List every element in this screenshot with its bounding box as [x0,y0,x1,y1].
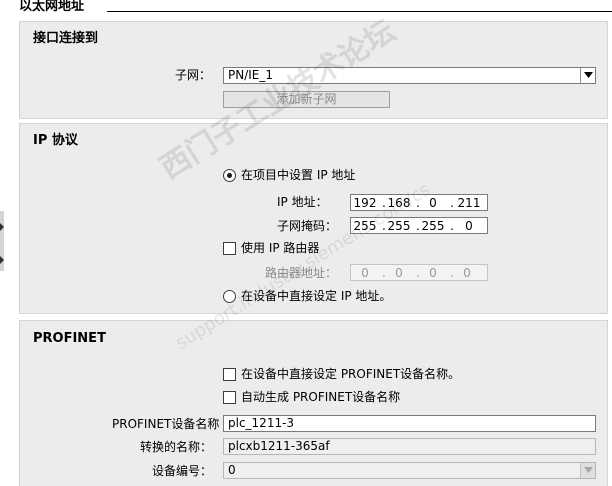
auto-generate-name-checkbox[interactable] [223,391,236,404]
router-address-label: 路由器地址： [265,266,338,280]
use-router-label: 使用 IP 路由器 [241,241,320,255]
converted-name-field: plcxb1211-365af [223,438,596,455]
subnet-mask-input[interactable]: 255 . 255 . 255 . 0 [350,217,488,234]
set-ip-in-project-label: 在项目中设置 IP 地址 [241,168,356,182]
subnet-dropdown[interactable]: PN/IE_1 [223,67,596,84]
device-number-dropdown[interactable]: 0 [223,462,596,479]
mask-octet-1: 255 [353,219,377,233]
device-number-label: 设备编号： [152,464,213,478]
interface-section: 接口连接到 子网： PN/IE_1 添加新子网 [19,21,608,119]
ip-protocol-title: IP 协议 [33,133,78,148]
router-octet-4: 0 [463,266,471,280]
set-name-on-device-label: 在设备中直接设定 PROFINET设备名称。 [241,367,461,381]
device-number-value: 0 [228,463,236,477]
set-ip-on-device-radio[interactable] [223,290,236,303]
router-octet-1: 0 [361,266,369,280]
ip-octet-2: 168 [387,196,411,210]
device-name-input[interactable]: plc_1211-3 [223,415,596,432]
use-router-checkbox[interactable] [223,242,236,255]
collapse-arrow-icon[interactable] [0,223,4,231]
ip-protocol-section: IP 协议 在项目中设置 IP 地址 IP 地址： 192 . 168 . 0 … [19,123,608,314]
set-name-on-device-checkbox[interactable] [223,368,236,381]
subnet-value: PN/IE_1 [228,68,274,82]
ip-octet-1: 192 [353,196,377,210]
interface-section-title: 接口连接到 [33,31,99,46]
ip-octet-3: 0 [429,196,437,210]
set-ip-in-project-radio[interactable] [223,169,236,182]
converted-name-label: 转换的名称： [140,440,213,454]
profinet-section: PROFINET 在设备中直接设定 PROFINET设备名称。 自动生成 PRO… [19,320,608,486]
add-subnet-button[interactable]: 添加新子网 [223,91,390,108]
ip-octet-4: 211 [457,196,481,210]
profinet-title: PROFINET [33,331,106,346]
auto-generate-name-label: 自动生成 PROFINET设备名称 [241,390,401,404]
subnet-mask-label: 子网掩码： [277,219,338,233]
chevron-down-icon[interactable] [580,68,595,83]
page-title: 以太网地址 [19,0,85,14]
router-octet-2: 0 [395,266,403,280]
set-ip-on-device-label: 在设备中直接设定 IP 地址。 [241,289,392,303]
router-address-input[interactable]: 0 . 0 . 0 . 0 [350,264,488,281]
title-divider [107,11,612,12]
ip-address-input[interactable]: 192 . 168 . 0 . 211 [350,194,488,211]
mask-octet-4: 0 [465,219,473,233]
ip-separator: . [450,196,454,210]
mask-separator: . [450,219,454,233]
mask-octet-3: 255 [421,219,445,233]
device-name-label: PROFINET设备名称 [112,417,220,431]
expand-arrow-icon[interactable] [0,256,4,264]
ip-address-label: IP 地址： [277,195,328,209]
mask-octet-2: 255 [387,219,411,233]
radio-selected-dot [227,173,232,178]
router-octet-3: 0 [429,266,437,280]
subnet-label: 子网： [175,68,212,82]
chevron-down-icon[interactable] [580,463,595,478]
